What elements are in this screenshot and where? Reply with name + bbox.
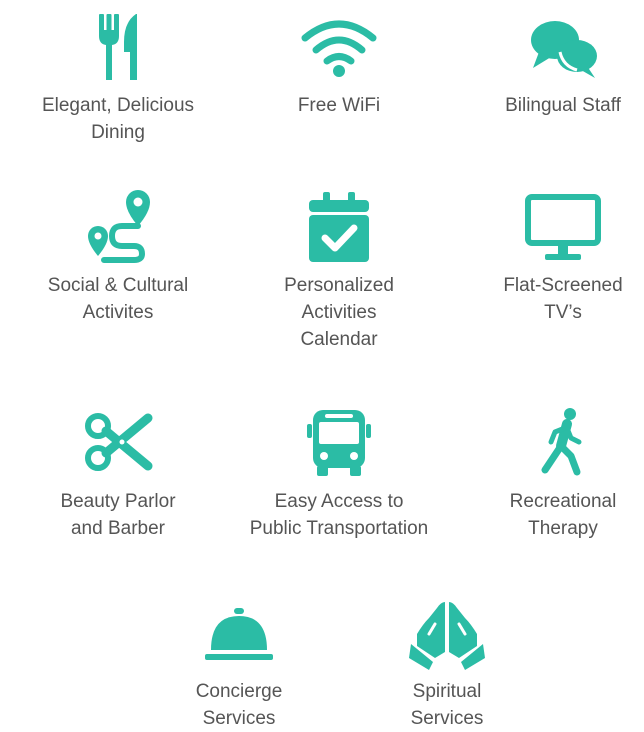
- wifi-icon: [299, 8, 379, 88]
- amenity-label: Elegant, Delicious Dining: [41, 95, 195, 143]
- amenity-recreational-therapy: Recreational Therapy: [453, 404, 644, 542]
- amenity-bilingual-staff: Bilingual Staff: [453, 8, 644, 119]
- tv-icon: [523, 188, 603, 268]
- amenity-label: Beauty Parlor and Barber: [60, 491, 176, 539]
- amenity-wifi: Free WiFi: [229, 8, 449, 119]
- amenity-label: Social & Cultural Activites: [47, 275, 189, 323]
- amenity-social-cultural: Social & Cultural Activites: [8, 188, 228, 326]
- amenity-label: Bilingual Staff: [505, 95, 621, 116]
- route-icon: [78, 188, 158, 268]
- speech-bubbles-icon: [523, 8, 603, 88]
- amenity-label: Flat-Screened TV’s: [503, 275, 623, 323]
- scissors-icon: [78, 404, 158, 484]
- amenity-activities-calendar: Personalized Activities Calendar: [229, 188, 449, 353]
- amenity-label: Easy Access to Public Transportation: [249, 491, 429, 539]
- amenity-flat-screen-tv: Flat-Screened TV’s: [453, 188, 644, 326]
- amenity-beauty-parlor: Beauty Parlor and Barber: [8, 404, 228, 542]
- amenity-spiritual: Spiritual Services: [337, 594, 557, 732]
- service-bell-icon: [199, 594, 279, 674]
- amenity-label: Spiritual Services: [410, 681, 484, 729]
- amenity-label: Recreational Therapy: [509, 491, 617, 539]
- praying-hands-icon: [407, 594, 487, 674]
- fork-knife-icon: [78, 8, 158, 88]
- amenity-dining: Elegant, Delicious Dining: [8, 8, 228, 146]
- amenity-label: Free WiFi: [297, 95, 381, 116]
- bus-icon: [299, 404, 379, 484]
- amenity-label: Personalized Activities Calendar: [284, 275, 394, 350]
- amenity-public-transportation: Easy Access to Public Transportation: [229, 404, 449, 542]
- amenity-concierge: Concierge Services: [129, 594, 349, 732]
- walking-person-icon: [523, 404, 603, 484]
- calendar-check-icon: [299, 188, 379, 268]
- amenity-label: Concierge Services: [195, 681, 283, 729]
